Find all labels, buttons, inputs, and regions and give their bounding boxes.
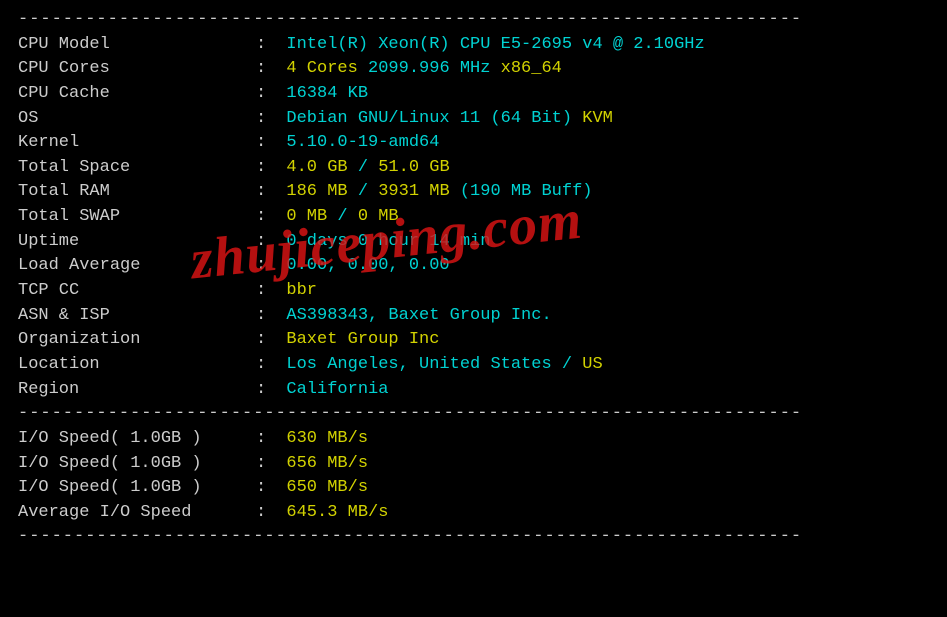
info-row: CPU Cache : 16384 KB [18,82,929,107]
row-value-segment: Los Angeles, United States / [286,353,582,378]
colon-separator: : [256,279,276,304]
row-value-segment: 16384 KB [286,82,368,107]
row-value-segment: US [582,353,602,378]
row-label: I/O Speed( 1.0GB ) [18,427,256,452]
info-row: OS : Debian GNU/Linux 11 (64 Bit) KVM [18,107,929,132]
row-value-segment: 0 days 0 hour 14 min [286,230,490,255]
io-speed-block: I/O Speed( 1.0GB ) : 630 MB/sI/O Speed( … [18,427,929,526]
row-label: CPU Cores [18,57,256,82]
info-row: TCP CC : bbr [18,279,929,304]
row-value-segment: 0.00, 0.00, 0.00 [286,254,449,279]
row-label: Organization [18,328,256,353]
divider-mid: ----------------------------------------… [18,402,929,427]
colon-separator: : [256,501,276,526]
row-value-segment: 4.0 GB [286,156,357,181]
info-row: Total SWAP : 0 MB / 0 MB [18,205,929,230]
row-value-segment: / [358,180,378,205]
row-value-segment: 630 MB/s [286,427,368,452]
row-value-segment: 645.3 MB/s [286,501,388,526]
colon-separator: : [256,230,276,255]
row-label: TCP CC [18,279,256,304]
colon-separator: : [256,57,276,82]
colon-separator: : [256,131,276,156]
row-label: CPU Cache [18,82,256,107]
colon-separator: : [256,254,276,279]
row-label: OS [18,107,256,132]
colon-separator: : [256,33,276,58]
colon-separator: : [256,82,276,107]
colon-separator: : [256,205,276,230]
row-value-segment: 0 MB [358,205,399,230]
colon-separator: : [256,476,276,501]
info-row: ASN & ISP : AS398343, Baxet Group Inc. [18,304,929,329]
info-row: CPU Model : Intel(R) Xeon(R) CPU E5-2695… [18,33,929,58]
row-label: CPU Model [18,33,256,58]
row-value-segment: California [286,378,388,403]
row-value-segment: / [337,205,357,230]
info-row: Total Space : 4.0 GB / 51.0 GB [18,156,929,181]
row-label: Load Average [18,254,256,279]
row-label: Kernel [18,131,256,156]
info-row: Load Average : 0.00, 0.00, 0.00 [18,254,929,279]
row-label: Total Space [18,156,256,181]
row-value-segment: / [358,156,378,181]
row-value-segment: KVM [582,107,613,132]
info-row: Organization : Baxet Group Inc [18,328,929,353]
row-value-segment: 0 MB [286,205,337,230]
info-row: Average I/O Speed : 645.3 MB/s [18,501,929,526]
info-row: Uptime : 0 days 0 hour 14 min [18,230,929,255]
row-value-segment: AS398343, Baxet Group Inc. [286,304,551,329]
divider-bottom: ----------------------------------------… [18,525,929,550]
colon-separator: : [256,328,276,353]
colon-separator: : [256,156,276,181]
row-value-segment: Intel(R) Xeon(R) CPU E5-2695 v4 @ 2.10GH… [286,33,704,58]
row-label: Region [18,378,256,403]
info-row: I/O Speed( 1.0GB ) : 630 MB/s [18,427,929,452]
row-value-segment: 186 MB [286,180,357,205]
info-row: I/O Speed( 1.0GB ) : 650 MB/s [18,476,929,501]
colon-separator: : [256,452,276,477]
row-value-segment: Debian GNU/Linux 11 (64 Bit) [286,107,582,132]
info-row: I/O Speed( 1.0GB ) : 656 MB/s [18,452,929,477]
row-label: I/O Speed( 1.0GB ) [18,452,256,477]
row-label: Total RAM [18,180,256,205]
colon-separator: : [256,180,276,205]
row-label: ASN & ISP [18,304,256,329]
row-value-segment: Baxet Group Inc [286,328,439,353]
system-info-block: CPU Model : Intel(R) Xeon(R) CPU E5-2695… [18,33,929,403]
colon-separator: : [256,107,276,132]
row-value-segment: (190 MB Buff) [460,180,593,205]
row-label: Total SWAP [18,205,256,230]
row-label: Average I/O Speed [18,501,256,526]
row-label: Location [18,353,256,378]
info-row: Kernel : 5.10.0-19-amd64 [18,131,929,156]
row-value-segment: 2099.996 MHz [368,57,501,82]
colon-separator: : [256,427,276,452]
colon-separator: : [256,304,276,329]
row-value-segment: 650 MB/s [286,476,368,501]
row-label: Uptime [18,230,256,255]
colon-separator: : [256,353,276,378]
info-row: Location : Los Angeles, United States / … [18,353,929,378]
row-value-segment: 51.0 GB [378,156,449,181]
row-value-segment: x86_64 [501,57,562,82]
info-row: Total RAM : 186 MB / 3931 MB (190 MB Buf… [18,180,929,205]
row-value-segment: 4 Cores [286,57,368,82]
divider-top: ----------------------------------------… [18,8,929,33]
row-label: I/O Speed( 1.0GB ) [18,476,256,501]
colon-separator: : [256,378,276,403]
row-value-segment: 3931 MB [378,180,460,205]
info-row: Region : California [18,378,929,403]
row-value-segment: bbr [286,279,317,304]
info-row: CPU Cores : 4 Cores 2099.996 MHz x86_64 [18,57,929,82]
row-value-segment: 656 MB/s [286,452,368,477]
row-value-segment: 5.10.0-19-amd64 [286,131,439,156]
